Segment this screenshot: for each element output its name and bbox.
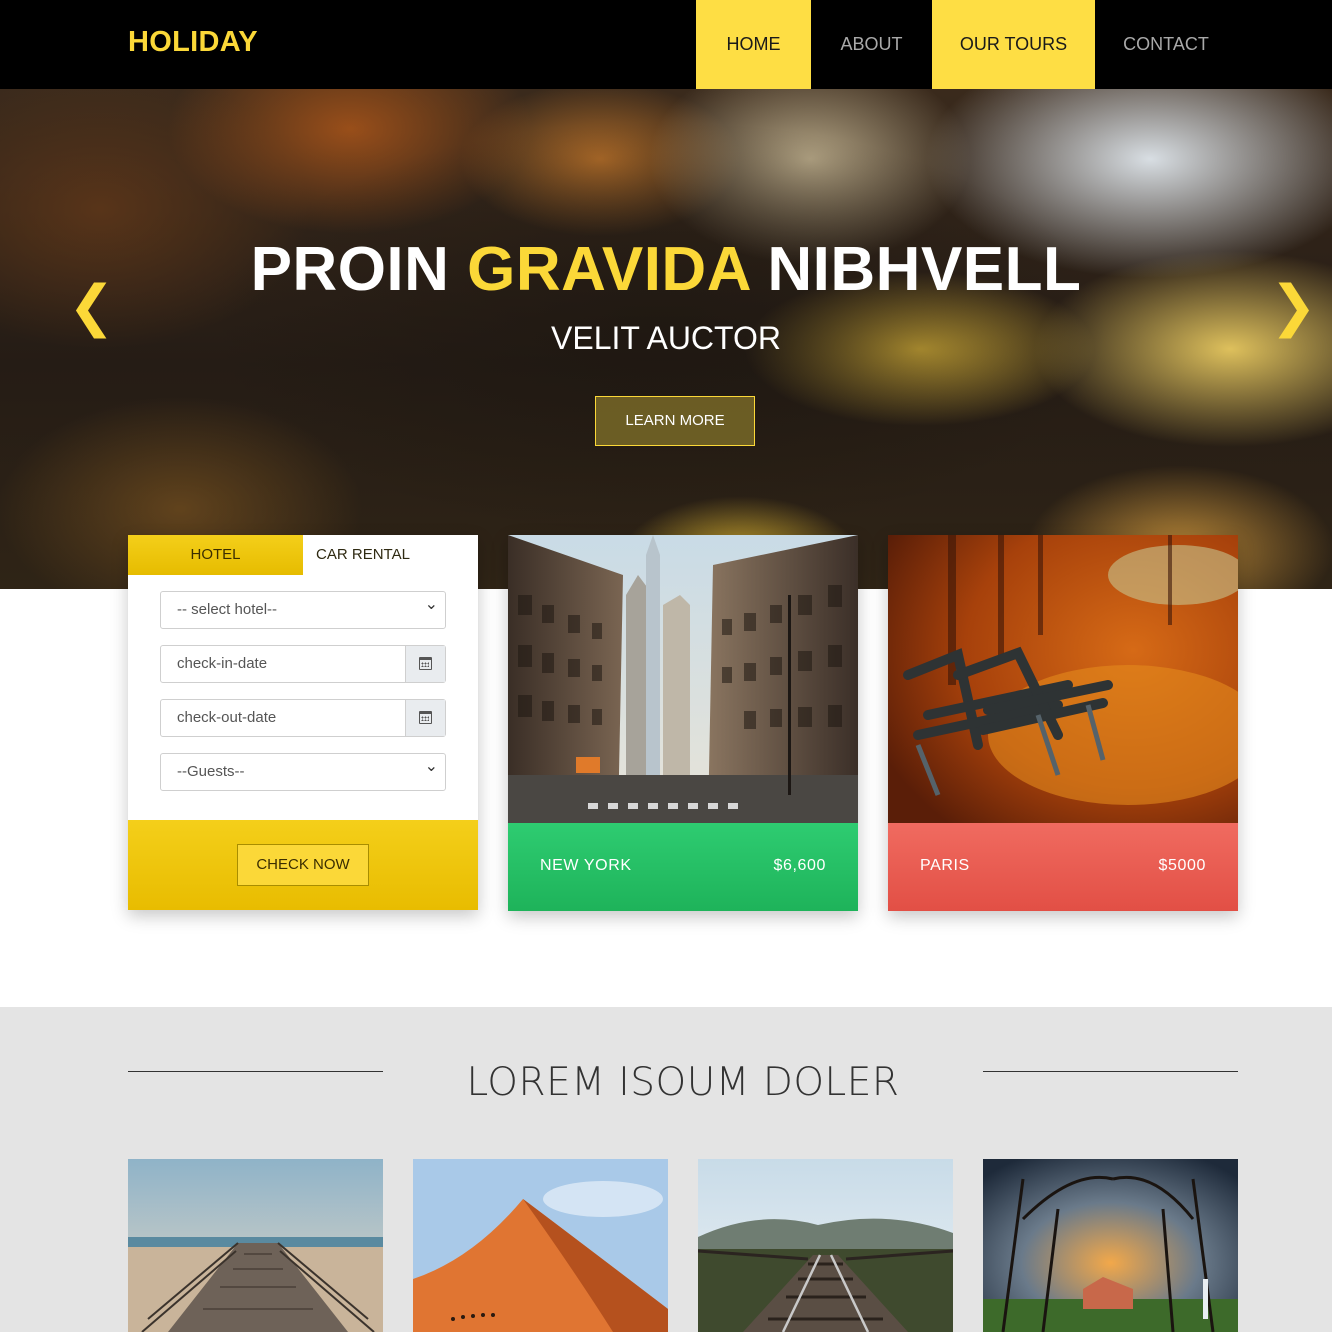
destination-info-bar: PARIS $5000 (888, 823, 1238, 911)
gallery-thumb-railway[interactable] (698, 1159, 953, 1332)
site-logo[interactable]: HOLIDAY (128, 26, 258, 59)
destination-card-paris[interactable]: PARIS $5000 (888, 535, 1238, 911)
top-navbar: HOLIDAY HOME ABOUT OUR TOURS CONTACT (0, 0, 1332, 89)
hero-title: PROIN GRAVIDA NIBHVELL (0, 234, 1332, 305)
booking-form: HOTEL CAR RENTAL -- select hotel-- check… (128, 535, 478, 910)
calendar-button[interactable] (405, 646, 445, 682)
destination-price: $5000 (1158, 857, 1206, 874)
new-york-image (508, 535, 858, 823)
hero-slider: PROIN GRAVIDA NIBHVELL VELIT AUCTOR LEAR… (0, 89, 1332, 589)
destination-name: PARIS (920, 857, 970, 874)
nav-about[interactable]: ABOUT (811, 0, 932, 89)
destination-name: NEW YORK (540, 857, 632, 874)
nav-our-tours[interactable]: OUR TOURS (932, 0, 1095, 89)
learn-more-button[interactable]: LEARN MORE (595, 396, 755, 446)
nav-contact[interactable]: CONTACT (1095, 0, 1237, 89)
hero-subtitle: VELIT AUCTOR (551, 320, 781, 356)
destination-card-new-york[interactable]: NEW YORK $6,600 (508, 535, 858, 911)
calendar-icon (419, 711, 432, 724)
check-in-date-input[interactable]: check-in-date (160, 645, 446, 683)
nav-home[interactable]: HOME (696, 0, 811, 89)
guests-select-value: --Guests-- (177, 763, 245, 780)
calendar-icon (419, 657, 432, 670)
paris-image (888, 535, 1238, 823)
section-title: LOREM ISOUM DOLER (466, 1060, 900, 1105)
destination-info-bar: NEW YORK $6,600 (508, 823, 858, 911)
check-out-placeholder: check-out-date (177, 709, 277, 726)
destination-price: $6,600 (773, 857, 826, 874)
check-out-date-input[interactable]: check-out-date (160, 699, 446, 737)
tab-car-rental[interactable]: CAR RENTAL (303, 535, 423, 575)
gallery-thumb-pier[interactable] (128, 1159, 383, 1332)
gallery-thumb-orchard[interactable] (983, 1159, 1238, 1332)
guests-select[interactable]: --Guests-- (160, 748, 446, 791)
hero-title-highlight: GRAVIDA (467, 235, 750, 304)
hotel-select-value: -- select hotel-- (177, 601, 278, 618)
booking-footer: CHECK NOW (128, 820, 478, 910)
hero-title-post: NIBHVELL (749, 235, 1082, 304)
check-in-placeholder: check-in-date (177, 655, 268, 672)
chevron-left-icon[interactable]: ❮ (68, 274, 115, 339)
check-now-button[interactable]: CHECK NOW (237, 844, 369, 886)
tab-hotel[interactable]: HOTEL (128, 535, 303, 575)
gallery-section: LOREM ISOUM DOLER (0, 1007, 1332, 1332)
hotel-select[interactable]: -- select hotel-- (160, 586, 446, 629)
chevron-right-icon[interactable]: ❯ (1270, 274, 1317, 339)
calendar-button[interactable] (405, 700, 445, 736)
gallery-thumb-desert[interactable] (413, 1159, 668, 1332)
hero-title-pre: PROIN (250, 235, 468, 304)
